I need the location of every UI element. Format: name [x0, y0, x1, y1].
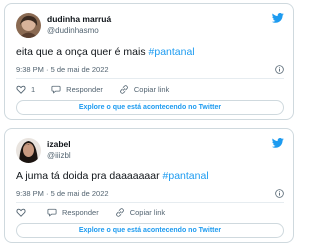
- reply-label: Responder: [62, 207, 99, 217]
- reply-icon: [47, 208, 57, 217]
- tweet-text: A juma tá doida pra daaaaaaar #pantanal: [16, 170, 209, 183]
- copy-link-label: Copiar link: [133, 84, 170, 94]
- info-icon[interactable]: [275, 65, 284, 74]
- like-button[interactable]: 1: [16, 85, 35, 94]
- tweet-text-body: A juma tá doida pra daaaaaaar: [16, 170, 163, 182]
- info-icon[interactable]: [275, 189, 284, 198]
- copy-link-button[interactable]: Copiar link: [115, 208, 165, 217]
- tweet-card[interactable]: izabel @iiizbl A juma tá doida pra daaaa…: [4, 128, 294, 243]
- tweet-text: eita que a onça quer é mais #pantanal: [16, 46, 195, 59]
- avatar[interactable]: [16, 13, 41, 38]
- reply-button[interactable]: Responder: [47, 208, 99, 217]
- tweet-text-body: eita que a onça quer é mais: [16, 46, 149, 58]
- like-count: 1: [31, 84, 36, 94]
- hashtag-link[interactable]: #pantanal: [149, 46, 195, 58]
- twitter-bird-icon[interactable]: [272, 138, 284, 148]
- timestamp[interactable]: 9:38 PM · 5 de mai de 2022: [16, 65, 109, 74]
- author-handle[interactable]: @iiizbl: [47, 151, 71, 161]
- copy-link-button[interactable]: Copiar link: [119, 85, 169, 94]
- timestamp[interactable]: 9:38 PM · 5 de mai de 2022: [16, 189, 109, 198]
- heart-icon: [16, 208, 26, 217]
- avatar[interactable]: [16, 138, 41, 163]
- twitter-bird-icon[interactable]: [272, 13, 284, 23]
- divider: [16, 202, 284, 203]
- like-button[interactable]: [16, 208, 31, 217]
- heart-icon: [16, 85, 26, 94]
- tweet-card[interactable]: dudinha marruá @dudinhasmo eita que a on…: [4, 3, 294, 120]
- copy-link-label: Copiar link: [129, 207, 166, 217]
- tweet-actions: Responder Copiar link: [16, 206, 284, 218]
- divider: [16, 78, 284, 79]
- author-name[interactable]: dudinha marruá: [47, 14, 111, 24]
- explore-button[interactable]: Explore o que está acontecendo no Twitte…: [16, 100, 284, 115]
- reply-button[interactable]: Responder: [51, 85, 103, 94]
- explore-button[interactable]: Explore o que está acontecendo no Twitte…: [16, 223, 284, 238]
- link-icon: [115, 207, 124, 217]
- hashtag-link[interactable]: #pantanal: [163, 170, 209, 182]
- author-name[interactable]: izabel: [47, 139, 71, 149]
- reply-label: Responder: [66, 84, 103, 94]
- reply-icon: [51, 85, 61, 94]
- link-icon: [119, 84, 128, 94]
- author-handle[interactable]: @dudinhasmo: [47, 26, 99, 36]
- tweet-actions: 1 Responder Copiar link: [16, 83, 284, 95]
